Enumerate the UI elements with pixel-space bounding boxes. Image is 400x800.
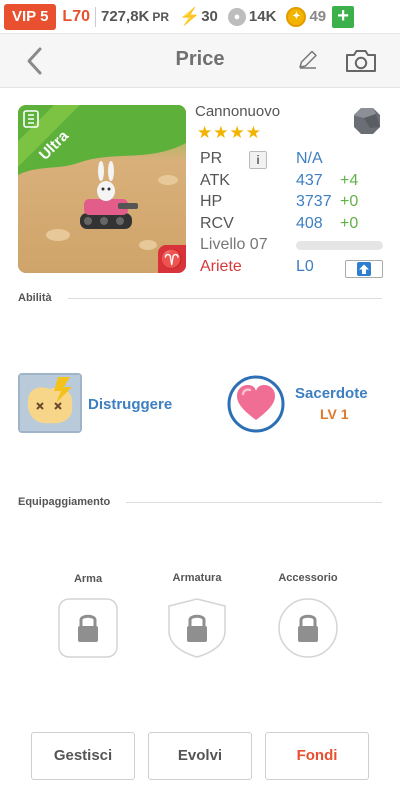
ability-icon-destroy[interactable] [18, 373, 82, 433]
lightning-icon: ⚡ [179, 6, 201, 26]
hp-label: HP [200, 193, 223, 210]
up-arrow-icon [357, 261, 371, 276]
zodiac-upgrade-button[interactable] [345, 259, 383, 278]
pr-label: PR [200, 150, 223, 167]
destroy-ability-icon [18, 373, 82, 433]
weapon-slot[interactable] [58, 598, 118, 658]
vip-badge[interactable]: VIP 5 [4, 3, 57, 30]
gold-value: 49 [309, 8, 327, 25]
hp-bonus: +0 [340, 193, 359, 210]
energy-value: 30 [201, 8, 218, 25]
rcv-value: 408 [296, 214, 323, 232]
equipment-divider [126, 502, 382, 503]
hero-name: Cannonuovo [195, 103, 281, 120]
player-level: L70 [62, 7, 90, 25]
zodiac-label: Ariete [200, 257, 242, 275]
zodiac-badge: ♈ [158, 245, 186, 273]
ability-name-priest[interactable]: Sacerdote [295, 385, 368, 402]
armor-label: Armatura [172, 572, 222, 584]
atk-value: 437 [296, 171, 323, 189]
info-icon[interactable]: i [249, 151, 267, 169]
pencil-icon[interactable] [296, 48, 320, 72]
ability-level-priest: LV 1 [320, 406, 349, 422]
stat-row-zodiac: Ariete L0 [200, 258, 385, 280]
paw-counter: ● 14K [227, 7, 277, 26]
level-label: Livello 07 [200, 236, 268, 253]
divider [95, 6, 96, 27]
accessory-label: Accessorio [278, 572, 338, 584]
accessory-slot[interactable] [278, 598, 338, 658]
manage-button[interactable]: Gestisci [31, 732, 135, 780]
header-bar: Price [0, 34, 400, 88]
equipment-section-label: Equipaggiamento [18, 496, 111, 508]
status-bar: VIP 5 L70 727,8K PR ⚡ 30 ● 14K ✦ 49 + [0, 0, 400, 34]
gold-counter: ✦ 49 [286, 6, 327, 27]
rcv-bonus: +0 [340, 214, 359, 232]
pr-value: N/A [296, 150, 323, 167]
paw-value: 14K [248, 8, 277, 25]
zodiac-level: L0 [296, 257, 314, 275]
aries-icon: ♈ [160, 249, 184, 269]
camera-icon[interactable] [344, 48, 378, 74]
atk-bonus: +4 [340, 171, 359, 189]
page-title: Price [175, 48, 225, 70]
weapon-label: Arma [73, 573, 103, 585]
energy-counter: ⚡ 30 [179, 7, 218, 27]
hp-value: 3737 [296, 193, 332, 210]
element-gem-icon [354, 108, 380, 134]
abilities-divider [68, 298, 382, 299]
power-rating-value: 727,8K [101, 8, 150, 25]
xp-progress-bar [296, 241, 383, 250]
hero-stars: ★★★★ [197, 123, 262, 142]
atk-label: ATK [200, 171, 230, 189]
paw-icon: ● [227, 7, 246, 26]
stats-panel: PR i N/A ATK 437 +4 HP 3737 +0 RCV 408 +… [200, 150, 385, 279]
stat-row-level: Livello 07 [200, 236, 385, 258]
stat-row-pr: PR i N/A [200, 150, 385, 172]
stat-row-atk: ATK 437 +4 [200, 172, 385, 194]
ability-name-destroy[interactable]: Distruggere [88, 396, 172, 413]
heart-icon [227, 375, 285, 433]
add-currency-button[interactable]: + [332, 5, 355, 28]
evolve-button[interactable]: Evolvi [148, 732, 252, 780]
armor-slot[interactable] [167, 598, 227, 658]
abilities-section-label: Abilità [18, 292, 52, 304]
rcv-label: RCV [200, 214, 234, 232]
hero-portrait[interactable]: Ultra ♈ [18, 105, 186, 273]
merge-button[interactable]: Fondi [265, 732, 369, 780]
ability-icon-priest[interactable] [226, 374, 286, 434]
card-type-icon [23, 110, 39, 128]
coin-icon: ✦ [286, 6, 307, 27]
stat-row-hp: HP 3737 +0 [200, 193, 385, 215]
power-rating-unit: PR [152, 9, 170, 24]
stat-row-rcv: RCV 408 +0 [200, 215, 385, 237]
